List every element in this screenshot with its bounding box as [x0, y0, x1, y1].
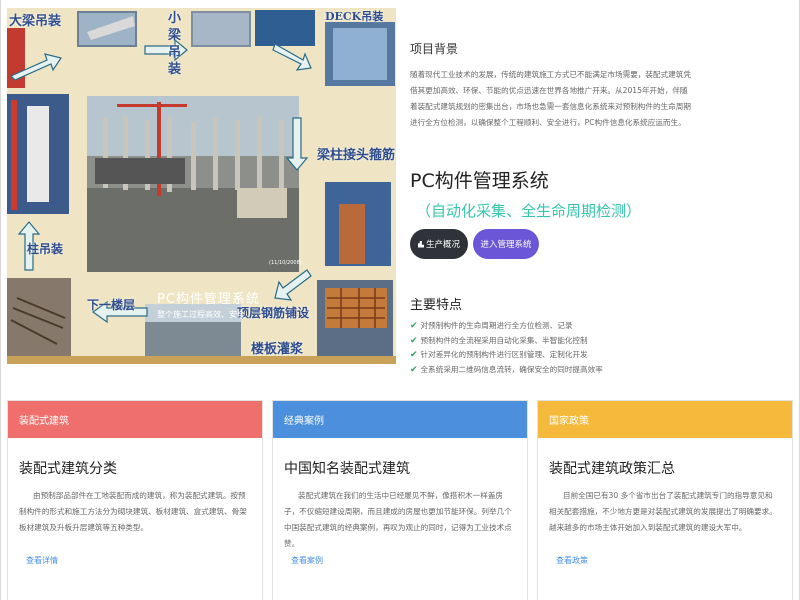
- card-header: 经典案例: [273, 401, 527, 438]
- check-icon: ✔: [410, 350, 418, 360]
- hero-label-pour: 楼板灌浆: [251, 342, 304, 357]
- card-text: 目前全国已有30 多个省市出台了装配式建筑专门的指导意见和相关配套措施，不少地方…: [549, 491, 777, 532]
- card-title: 中国知名装配式建筑: [284, 461, 410, 477]
- hero-overlay-title: PC构件管理系统: [157, 292, 260, 307]
- hero-label-small-beam: 小梁吊装: [168, 11, 182, 77]
- check-icon: ✔: [410, 321, 418, 331]
- project-background: 项目背景 随着现代工业技术的发展，传统的建筑施工方式已不能满足市场需要，装配式建…: [410, 40, 700, 131]
- feature-text: 预制构件的全流程采用自动化采集、半智能化控制: [420, 335, 588, 345]
- card-title: 装配式建筑政策汇总: [549, 461, 675, 477]
- system-title: PC构件管理系统: [410, 170, 549, 192]
- card-header: 国家政策: [538, 401, 792, 438]
- feature-item: ✔ 对预制构件的生命周期进行全方位检测、记录: [410, 319, 603, 334]
- hero-overlay-caption: 整个施工过程高效、安全: [157, 310, 245, 319]
- hero-label-column: 柱吊装: [27, 242, 64, 256]
- hero-label-joint: 梁柱接头箍筋: [317, 148, 396, 163]
- view-policy-link[interactable]: 查看政策: [556, 555, 588, 566]
- card-header: 装配式建筑: [8, 401, 262, 438]
- card-national-policy: 国家政策 装配式建筑政策汇总 目前全国已有30 多个省市出台了装配式建筑专门的指…: [537, 400, 793, 600]
- card-title: 装配式建筑分类: [19, 461, 117, 477]
- view-cases-link[interactable]: 查看案例: [291, 555, 323, 566]
- production-overview-button[interactable]: 生产概况: [410, 229, 468, 259]
- background-title: 项目背景: [410, 42, 459, 56]
- background-text: 随着现代工业技术的发展，传统的建筑施工方式已不能满足市场需要，装配式建筑凭借其更…: [410, 70, 691, 127]
- feature-text: 全系统采用二维码信息流转，确保安全的同时提高效率: [420, 364, 603, 374]
- hero-label-beam: 大梁吊装: [9, 14, 62, 29]
- system-subtitle: （自动化采集、全生命周期检测）: [416, 202, 642, 220]
- feature-item: ✔ 全系统采用二维码信息流转，确保安全的同时提高效率: [410, 363, 603, 378]
- feature-text: 对预制构件的生命周期进行全方位检测、记录: [420, 321, 573, 330]
- card-prefab-building: 装配式建筑 装配式建筑分类 由预制部品部件在工地装配而成的建筑，称为装配式建筑。…: [7, 400, 263, 600]
- hero-label-deck: DECK吊装: [325, 10, 384, 23]
- card-text: 装配式建筑在我们的生活中已经屡见不鲜，像搭积木一样盖房子，不仅缩短建设周期，而且…: [284, 491, 512, 548]
- production-overview-label: 生产概况: [425, 239, 460, 249]
- hero-image: 大梁吊装 小梁吊装 DECK吊装 梁柱接头箍筋 柱吊装 下一楼层 顶层钢筋铺设 …: [7, 8, 396, 364]
- feature-text: 针对差异化的预制构件进行区别管理、定制化开发: [420, 350, 588, 359]
- check-icon: ✔: [410, 335, 418, 346]
- enter-system-label: 进入管理系统: [480, 239, 532, 249]
- bar-chart-icon: [417, 240, 424, 248]
- card-text: 由预制部品部件在工地装配而成的建筑，称为装配式建筑。按预制构件的形式和施工方法分…: [19, 491, 247, 532]
- check-icon: ✔: [410, 364, 418, 375]
- features-title: 主要特点: [410, 298, 463, 313]
- card-classic-cases: 经典案例 中国知名装配式建筑 装配式建筑在我们的生活中已经屡见不鲜，像搭积木一样…: [272, 400, 528, 600]
- hero-label-next-floor: 下一楼层: [87, 298, 136, 312]
- features-list: ✔ 对预制构件的生命周期进行全方位检测、记录 ✔ 预制构件的全流程采用自动化采集、半…: [410, 319, 603, 377]
- view-details-link[interactable]: 查看详情: [26, 555, 58, 566]
- feature-item: ✔ 针对差异化的预制构件进行区别管理、定制化开发: [410, 348, 603, 363]
- enter-system-button[interactable]: 进入管理系统: [473, 229, 539, 259]
- feature-item: ✔ 预制构件的全流程采用自动化采集、半智能化控制: [410, 334, 603, 349]
- photo-date-tag: (11/10/2008): [269, 260, 302, 266]
- hero-overlay: PC构件管理系统 整个施工过程高效、安全: [157, 288, 260, 320]
